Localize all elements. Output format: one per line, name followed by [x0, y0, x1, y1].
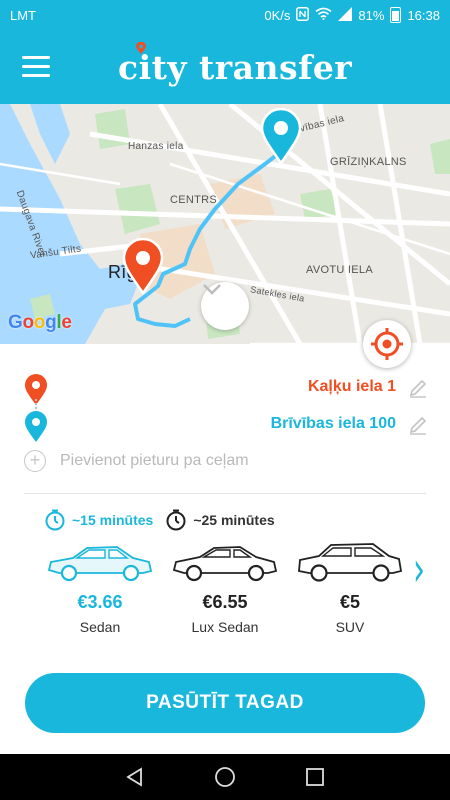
vehicle-name: SUV	[335, 619, 365, 635]
logo-pin-icon	[136, 42, 146, 54]
collapse-map-button[interactable]	[201, 282, 249, 330]
vehicle-name: Sedan	[79, 619, 121, 635]
edit-pencil-icon[interactable]	[408, 415, 428, 435]
map-label-avotu: AVOTU IELA	[306, 264, 373, 276]
chevron-right-icon[interactable]: ›	[413, 546, 425, 595]
clock: 16:38	[407, 7, 440, 23]
map-label-grizinkalns: GRĪZIŅKALNS	[330, 156, 407, 168]
divider	[24, 493, 426, 494]
recent-apps-square-icon[interactable]	[303, 765, 327, 789]
time-estimate-other[interactable]: ~25 minūtes	[165, 509, 275, 531]
screen: LMT 0K/s 81% 16:38 city transfer Hanzas …	[0, 0, 450, 800]
home-circle-icon[interactable]	[213, 765, 237, 789]
edit-pencil-icon[interactable]	[408, 378, 428, 398]
order-now-button[interactable]: PASŪTĪT TAGAD	[25, 673, 425, 733]
destination-pin-icon	[25, 411, 47, 442]
carrier-label: LMT	[10, 7, 36, 23]
google-logo: Google	[8, 312, 72, 333]
status-bar: LMT 0K/s 81% 16:38	[0, 0, 450, 30]
sedan-car-icon	[47, 546, 153, 582]
time-estimate-selected[interactable]: ~15 minūtes	[44, 509, 153, 531]
lux-sedan-car-icon	[172, 546, 278, 582]
destination-address-row[interactable]: Brīvības iela 100	[0, 405, 450, 445]
suv-car-icon	[298, 543, 403, 582]
add-stop-label: Pievienot pieturu pa ceļam	[60, 452, 249, 469]
system-nav-bar	[0, 754, 450, 800]
app-bar: city transfer	[0, 30, 450, 104]
origin-map-pin-icon[interactable]	[122, 238, 164, 294]
back-triangle-icon[interactable]	[123, 765, 147, 789]
battery-icon	[390, 7, 402, 23]
vehicle-selector: €3.66 Sedan €6.55 Lux Sedan €5 SUV	[40, 540, 410, 640]
vehicle-price: €3.66	[77, 592, 123, 612]
vehicle-name: Lux Sedan	[191, 619, 259, 635]
stopwatch-icon	[166, 509, 186, 531]
hamburger-menu-icon[interactable]	[22, 56, 50, 78]
vehicle-option-sedan[interactable]: €3.66 Sedan	[40, 540, 160, 635]
stopwatch-icon	[45, 509, 65, 531]
status-icons: 0K/s 81% 16:38	[264, 6, 440, 24]
map-label-centrs: CENTRS	[170, 194, 218, 206]
time-other-label: ~25 minūtes	[193, 512, 275, 528]
origin-address-row[interactable]: Kaļķu iela 1	[0, 368, 450, 408]
destination-map-pin-icon[interactable]	[260, 108, 302, 164]
signal-icon	[338, 6, 353, 24]
wifi-icon	[315, 7, 332, 23]
vehicle-option-lux-sedan[interactable]: €6.55 Lux Sedan	[165, 540, 285, 635]
plus-circle-icon: +	[24, 450, 46, 472]
map-view[interactable]: Hanzas iela Brīvības iela GRĪZIŅKALNS CE…	[0, 104, 450, 344]
time-selected-label: ~15 minūtes	[72, 512, 154, 528]
vehicle-option-suv[interactable]: €5 SUV	[290, 540, 410, 635]
app-logo: city transfer	[118, 42, 353, 90]
logo-text: city transfer	[118, 48, 353, 87]
origin-address[interactable]: Kaļķu iela 1	[308, 378, 396, 396]
battery-percent: 81%	[358, 7, 385, 23]
destination-address[interactable]: Brīvības iela 100	[271, 415, 396, 433]
crosshair-target-icon	[371, 328, 403, 360]
network-speed: 0K/s	[264, 7, 291, 23]
vehicle-price: €6.55	[202, 592, 248, 612]
time-estimates: ~15 minūtes ~25 minūtes	[44, 509, 275, 531]
add-stop-button[interactable]: + Pievienot pieturu pa ceļam	[24, 450, 249, 472]
nfc-icon	[296, 6, 310, 24]
chevron-down-icon	[203, 284, 221, 295]
vehicle-price: €5	[339, 592, 361, 612]
my-location-button[interactable]	[363, 320, 411, 368]
map-label-hanzas: Hanzas iela	[128, 141, 184, 152]
